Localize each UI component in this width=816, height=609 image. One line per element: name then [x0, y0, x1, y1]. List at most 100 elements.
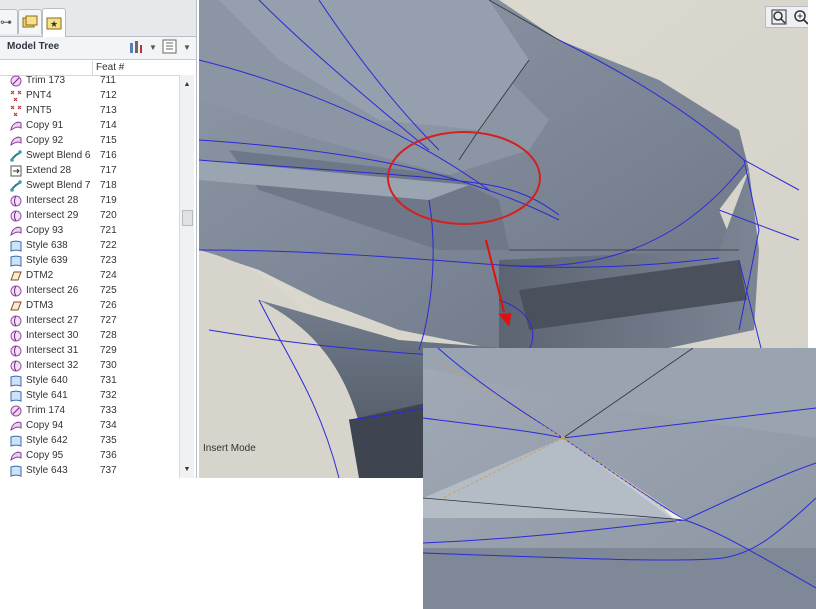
feat-number-column[interactable]: Feat # [96, 62, 124, 73]
status-mode-text: Insert Mode [203, 443, 256, 454]
feature-name: Style 641 [26, 390, 68, 401]
tree-row[interactable]: Intersect 31 729 [0, 344, 179, 359]
zoom-fit-icon[interactable] [769, 8, 789, 26]
feature-number: 730 [100, 360, 117, 371]
scroll-thumb[interactable] [182, 210, 193, 226]
zoomed-detail-render [423, 348, 816, 609]
tree-row[interactable]: Trim 174 733 [0, 404, 179, 419]
tree-settings-icon[interactable] [128, 39, 144, 56]
feature-number: 714 [100, 120, 117, 131]
show-dropdown-icon[interactable]: ▼ [183, 39, 191, 56]
scroll-down-icon[interactable]: ▼ [180, 462, 194, 476]
tree-settings-dropdown-icon[interactable]: ▼ [149, 39, 157, 56]
feature-number: 732 [100, 390, 117, 401]
tree-row[interactable]: PNT5 713 [0, 104, 179, 119]
swept-blend-icon [10, 180, 22, 192]
feature-name: Swept Blend 6 [26, 150, 91, 161]
feature-number: 737 [100, 465, 117, 476]
tree-row[interactable]: Intersect 28 719 [0, 194, 179, 209]
style-icon [10, 465, 22, 477]
feature-name: Intersect 30 [26, 330, 79, 341]
feature-number: 728 [100, 330, 117, 341]
model-tree-list: Trim 173 711 PNT4 712 PNT5 713 Copy 91 714 Copy … [0, 74, 179, 478]
style-icon [10, 390, 22, 402]
feature-number: 711 [100, 75, 116, 86]
datum-plane-icon [10, 270, 22, 282]
feature-number: 733 [100, 405, 117, 416]
tree-row[interactable]: Style 643 737 [0, 464, 179, 478]
tree-row[interactable]: Extend 28 717 [0, 164, 179, 179]
style-icon [10, 435, 22, 447]
feature-number: 716 [100, 150, 117, 161]
zoomed-detail-inset [423, 348, 816, 609]
feature-name: Copy 94 [26, 420, 64, 431]
tree-row[interactable]: Style 641 732 [0, 389, 179, 404]
tree-row[interactable]: Style 638 722 [0, 239, 179, 254]
tree-row[interactable]: DTM3 726 [0, 299, 179, 314]
feature-number: 723 [100, 255, 117, 266]
style-icon [10, 375, 22, 387]
scroll-up-icon[interactable]: ▲ [180, 77, 194, 91]
feature-number: 721 [100, 225, 117, 236]
feature-number: 729 [100, 345, 117, 356]
tree-row[interactable]: Intersect 30 728 [0, 329, 179, 344]
feature-number: 713 [100, 105, 117, 116]
show-filters-icon[interactable] [162, 39, 177, 56]
tab-folder-browser[interactable] [18, 9, 42, 34]
tab-model-tree[interactable]: ⊶ [0, 9, 18, 34]
feature-number: 725 [100, 285, 117, 296]
tree-row[interactable]: Intersect 26 725 [0, 284, 179, 299]
feature-name: Extend 28 [26, 165, 72, 176]
feature-number: 712 [100, 90, 117, 101]
feature-name: Copy 95 [26, 450, 64, 461]
zoom-in-icon[interactable] [791, 8, 808, 26]
tree-row[interactable]: Copy 94 734 [0, 419, 179, 434]
intersect-icon [10, 285, 22, 297]
feature-number: 727 [100, 315, 117, 326]
feature-number: 719 [100, 195, 117, 206]
tree-row[interactable]: Intersect 27 727 [0, 314, 179, 329]
feature-name: Trim 173 [26, 75, 66, 86]
tree-scrollbar[interactable]: ▲ ▼ [179, 75, 194, 478]
intersect-icon [10, 360, 22, 372]
tree-row[interactable]: Swept Blend 7 718 [0, 179, 179, 194]
tree-row[interactable]: Copy 91 714 [0, 119, 179, 134]
feature-name: Style 639 [26, 255, 68, 266]
model-tree-panel: ⊶ ★ Model Tree ▼ ▼ Feat # Trim 173 711 PNT… [0, 0, 197, 478]
copy-icon [10, 135, 22, 147]
tree-row[interactable]: DTM2 724 [0, 269, 179, 284]
intersect-icon [10, 315, 22, 327]
tree-row[interactable]: Style 639 723 [0, 254, 179, 269]
feature-name: Copy 93 [26, 225, 64, 236]
tree-row[interactable]: Style 640 731 [0, 374, 179, 389]
feature-number: 717 [100, 165, 117, 176]
tree-row[interactable]: PNT4 712 [0, 89, 179, 104]
intersect-icon [10, 195, 22, 207]
intersect-icon [10, 330, 22, 342]
feature-name: DTM2 [26, 270, 54, 281]
feature-name: Style 643 [26, 465, 68, 476]
navigator-tabs: ⊶ ★ [0, 0, 196, 37]
tree-row[interactable]: Copy 93 721 [0, 224, 179, 239]
tree-row[interactable]: Intersect 32 730 [0, 359, 179, 374]
extend-icon [10, 165, 22, 177]
feature-name: Copy 92 [26, 135, 64, 146]
tree-row[interactable]: Copy 95 736 [0, 449, 179, 464]
tree-row[interactable]: Style 642 735 [0, 434, 179, 449]
tree-row[interactable]: Swept Blend 6 716 [0, 149, 179, 164]
column-divider[interactable] [92, 61, 93, 75]
tree-row[interactable]: Trim 173 711 [0, 74, 179, 89]
feature-number: 726 [100, 300, 117, 311]
view-toolbar [765, 6, 808, 28]
feature-name: Swept Blend 7 [26, 180, 91, 191]
tree-row[interactable]: Intersect 29 720 [0, 209, 179, 224]
tree-row[interactable]: Copy 92 715 [0, 134, 179, 149]
tab-favorites[interactable]: ★ [42, 8, 66, 37]
copy-icon [10, 225, 22, 237]
datum-point-icon [10, 105, 22, 117]
trim-icon [10, 405, 22, 417]
model-tree-header: Model Tree ▼ ▼ [0, 37, 196, 60]
feature-number: 720 [100, 210, 117, 221]
feature-name: Intersect 31 [26, 345, 79, 356]
feature-name: Style 640 [26, 375, 68, 386]
